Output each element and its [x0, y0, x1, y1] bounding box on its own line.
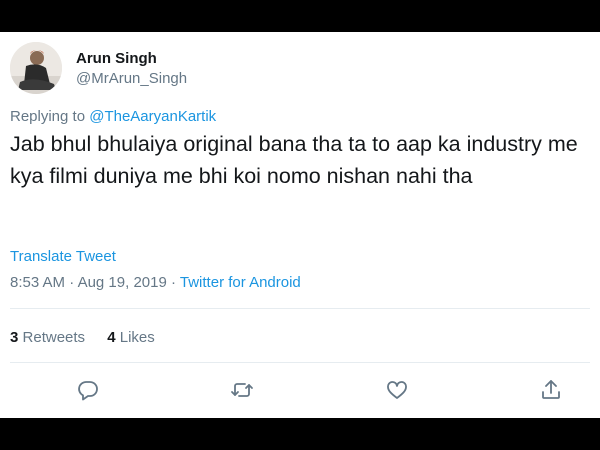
meta-separator: ·: [69, 274, 75, 291]
retweets-label: Retweets: [22, 329, 86, 346]
divider: [10, 308, 590, 309]
tweet-meta: 8:53 AM · Aug 19, 2019 · Twitter for And…: [10, 274, 301, 291]
action-bar: [0, 376, 600, 406]
engagement-stats: 3 Retweets 4 Likes: [10, 329, 173, 346]
likes-stat[interactable]: 4 Likes: [107, 329, 155, 346]
replying-prefix: Replying to: [10, 108, 86, 125]
retweets-count: 3: [10, 329, 19, 346]
share-icon[interactable]: [539, 378, 563, 402]
author-name[interactable]: Arun Singh: [76, 50, 157, 67]
reply-icon[interactable]: [76, 378, 100, 402]
translate-tweet-link[interactable]: Translate Tweet: [10, 248, 116, 265]
mention-link[interactable]: @TheAaryanKartik: [89, 108, 216, 125]
tweet-date[interactable]: Aug 19, 2019: [78, 274, 167, 291]
tweet-time[interactable]: 8:53 AM: [10, 274, 65, 291]
heart-icon[interactable]: [385, 378, 409, 402]
likes-count: 4: [107, 329, 116, 346]
retweets-stat[interactable]: 3 Retweets: [10, 329, 85, 346]
tweet-source-link[interactable]: Twitter for Android: [180, 274, 301, 291]
author-handle[interactable]: @MrArun_Singh: [76, 70, 187, 87]
tweet-card: Arun Singh @MrArun_Singh Replying to @Th…: [0, 32, 600, 418]
meta-separator: ·: [170, 274, 176, 291]
avatar[interactable]: [10, 42, 62, 94]
replying-to-line: Replying to @TheAaryanKartik: [10, 108, 216, 125]
tweet-text: Jab bhul bhulaiya original bana tha ta t…: [10, 132, 578, 188]
divider: [10, 362, 590, 363]
retweet-icon[interactable]: [230, 378, 254, 402]
likes-label: Likes: [119, 329, 155, 346]
